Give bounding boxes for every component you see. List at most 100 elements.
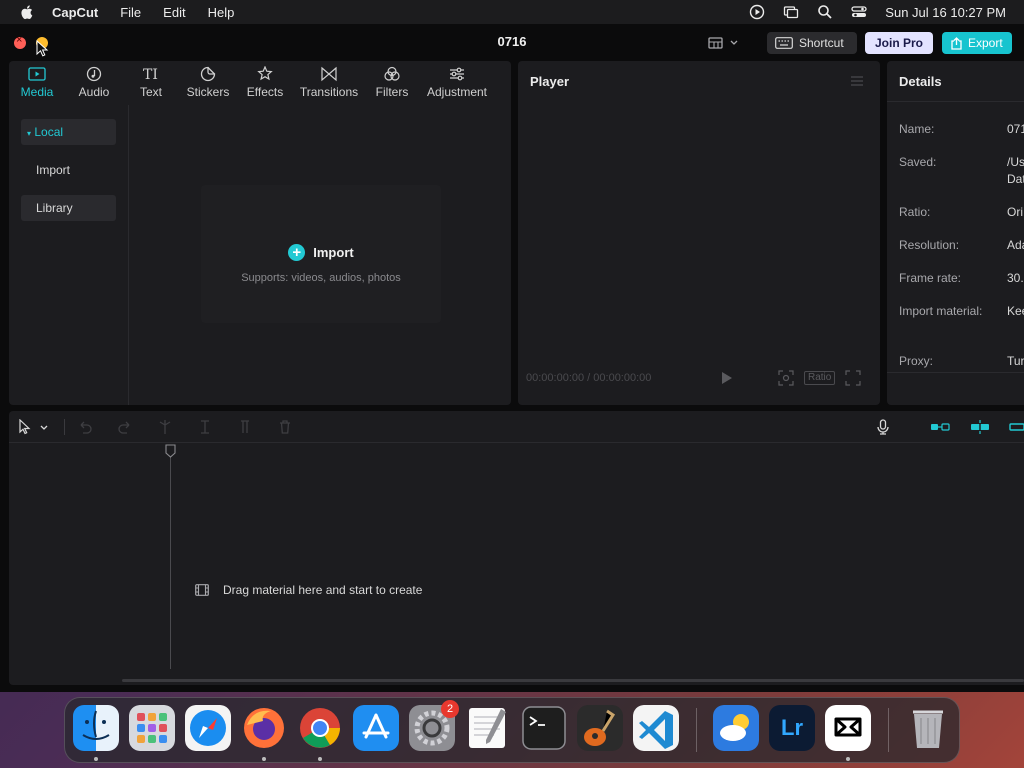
capcut-icon[interactable] [825,705,871,751]
terminal-icon[interactable] [521,705,567,751]
select-tool-icon[interactable] [17,419,33,435]
player-title: Player [530,74,570,89]
menubar-datetime[interactable]: Sun Jul 16 10:27 PM [885,5,1006,20]
tab-audio-label: Audio [78,85,110,99]
transitions-icon [321,66,337,82]
redo-icon[interactable] [117,419,133,435]
sidebar-item-local[interactable]: ▾ Local [21,119,116,145]
detail-label-frame-rate: Frame rate: [899,271,962,285]
tab-stickers[interactable]: Stickers [179,61,237,105]
delete-right-icon[interactable] [237,419,253,435]
weather-icon[interactable] [713,705,759,751]
control-center-icon[interactable] [851,4,867,20]
shortcut-button[interactable]: Shortcut [767,32,857,54]
layout-switch-icon[interactable] [706,34,742,52]
tab-text[interactable]: TI Text [123,61,179,105]
microphone-icon[interactable] [875,419,891,435]
linkage-icon[interactable] [1009,419,1024,435]
titlebar: 0716 Shortcut Join Pro Export [0,24,1024,60]
sidebar-item-import[interactable]: Import [21,157,116,183]
fullscreen-icon[interactable] [845,370,861,386]
main-track-magnet-icon[interactable] [930,419,950,435]
vscode-icon[interactable] [633,705,679,751]
sidebar-item-library[interactable]: Library [21,195,116,221]
import-button[interactable]: + Import [201,244,441,261]
filters-icon [384,66,400,81]
import-label: Import [313,245,354,260]
detail-value-ratio: Ori [1007,205,1023,219]
menu-file[interactable]: File [120,5,141,20]
trash-icon[interactable] [277,419,293,435]
menu-edit[interactable]: Edit [163,5,185,20]
screen-mirroring-icon[interactable] [783,4,799,20]
auto-snapping-icon[interactable] [970,419,990,435]
tab-stickers-label: Stickers [186,85,230,99]
delete-left-icon[interactable] [197,419,213,435]
detail-value-saved-line2: Dat [1007,172,1024,186]
detail-label-name: Name: [899,122,935,136]
import-supported-formats: Supports: videos, audios, photos [241,272,401,284]
tab-adjustment[interactable]: Adjustment [419,61,495,105]
lightroom-label: Lr [781,715,803,740]
playhead-line [170,447,171,669]
launchpad-icon[interactable] [129,705,175,751]
tab-audio[interactable]: Audio [65,61,123,105]
lightroom-icon[interactable]: Lr [769,705,815,751]
undo-icon[interactable] [77,419,93,435]
caret-down-icon: ▾ [27,129,32,138]
textedit-icon[interactable] [465,705,511,751]
tab-effects-label: Effects [246,85,284,99]
details-footer-divider [887,372,1024,373]
timeline-panel: Drag material here and start to create [9,411,1024,685]
play-icon[interactable] [721,371,733,385]
detail-label-ratio: Ratio: [899,205,931,219]
tab-effects[interactable]: Effects [237,61,293,105]
safari-icon[interactable] [185,705,231,751]
chrome-icon[interactable] [297,705,343,751]
ratio-button[interactable]: Ratio [804,371,836,385]
film-icon [195,584,209,596]
join-pro-button[interactable]: Join Pro [865,32,933,54]
finder-icon[interactable] [73,705,119,751]
stickers-icon [200,66,216,82]
firefox-running-indicator [262,757,266,761]
media-sidebar: ▾ Local Import Library [9,105,129,405]
timeline-drop-hint-text: Drag material here and start to create [223,583,423,597]
export-button[interactable]: Export [942,32,1012,54]
apple-logo-icon[interactable] [18,3,36,21]
shortcut-label: Shortcut [799,36,844,50]
garageband-icon[interactable] [577,705,623,751]
firefox-icon[interactable] [241,705,287,751]
app-store-icon[interactable] [353,705,399,751]
playhead-handle-icon[interactable] [165,444,176,458]
detail-label-resolution: Resolution: [899,238,960,252]
fit-screen-icon[interactable] [778,370,794,386]
details-divider [887,101,1024,102]
spotlight-search-icon[interactable] [817,4,833,20]
tab-media[interactable]: Media [9,61,65,105]
menu-app-capcut[interactable]: CapCut [52,5,98,20]
dock: 2 Lr [64,697,960,763]
detail-label-import-material: Import material: [899,304,983,318]
media-tabs: Media Audio TI Text Stickers Effects Tra… [9,61,511,105]
effects-icon [257,66,273,81]
dock-separator-2 [888,708,889,752]
toolbar-divider [64,419,65,435]
menu-help[interactable]: Help [208,5,235,20]
detail-value-import-material: Kee [1007,304,1024,318]
split-icon[interactable] [157,419,173,435]
detail-value-proxy: Tur [1007,354,1024,368]
text-icon: TI [143,67,158,82]
player-panel: Player 00:00:00:00 / 00:00:00:00 Ratio [518,61,880,405]
timeline-drop-hint: Drag material here and start to create [195,583,422,597]
timeline-scrollbar[interactable] [122,679,1024,682]
tab-filters[interactable]: Filters [365,61,419,105]
menu-icon[interactable] [850,75,864,87]
tab-transitions[interactable]: Transitions [293,61,365,105]
trash-bin-icon[interactable] [905,705,951,751]
detail-value-name: 071 [1007,122,1024,136]
chevron-down-icon[interactable] [39,419,49,435]
export-icon [951,36,962,50]
import-drop-area[interactable]: + Import Supports: videos, audios, photo… [201,185,441,323]
screen-record-icon[interactable] [749,4,765,20]
